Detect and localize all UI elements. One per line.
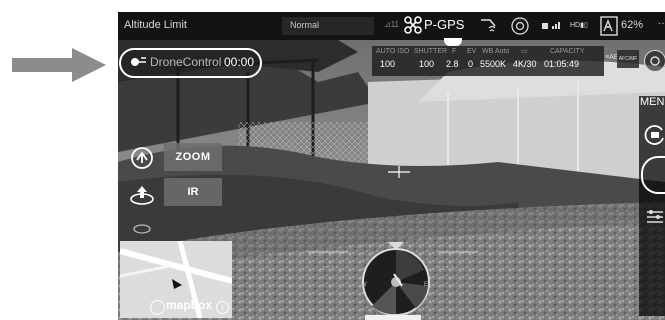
arrow-right-icon — [12, 48, 106, 82]
gps-mode-label: P-GPS — [424, 17, 465, 32]
playback-icon[interactable] — [645, 206, 665, 226]
return-home-icon[interactable] — [129, 180, 155, 206]
hd-transmission-label: HD▮▯ — [570, 22, 588, 29]
param-ev-value: 0 — [468, 59, 474, 69]
camera-params-strip[interactable]: AUTO ISO SHUTTER F EV WB Auto ▭ CAPACITY… — [372, 46, 604, 76]
status-title[interactable]: Altitude Limit — [124, 19, 187, 31]
param-label-iso: AUTO ISO — [376, 48, 410, 55]
ir-button[interactable]: IR — [164, 178, 222, 206]
aircraft-position-icon — [172, 279, 182, 289]
param-label-wb: WB Auto — [482, 48, 510, 55]
more-menu[interactable]: ··· — [658, 18, 665, 29]
drone-control-name: DroneControl — [150, 55, 222, 69]
waypoint-icon[interactable] — [132, 217, 152, 237]
param-wb-value: 5500K — [480, 59, 507, 69]
battery-icon[interactable] — [600, 16, 618, 36]
battery-percent: 62% — [621, 19, 644, 31]
shutter-button[interactable] — [641, 156, 665, 194]
afc-mf-toggle[interactable]: AFC/MF — [617, 50, 639, 68]
vision-icon[interactable] — [510, 16, 530, 36]
mapbox-logo-icon — [150, 300, 165, 315]
flight-mode-box[interactable]: Normal — [282, 17, 374, 35]
settings-icon[interactable] — [644, 50, 665, 72]
param-label-video-icon: ▭ — [521, 48, 528, 55]
drone-icon — [131, 57, 146, 66]
param-label-capacity: CAPACITY — [550, 48, 585, 55]
compass-icon[interactable]: W E — [358, 240, 434, 318]
param-iso-value: 100 — [380, 59, 396, 69]
hud-readout-left: - - - - — [323, 264, 339, 271]
gps-icon[interactable] — [404, 16, 422, 34]
param-label-shutter: SHUTTER — [414, 48, 448, 55]
status-bar: Altitude Limit Normal ⊿11 P-GPS HD▮▯ 62%… — [118, 12, 665, 40]
param-aperture-value: 2.8 — [446, 59, 459, 69]
param-label-ev: EV — [467, 48, 477, 55]
drone-control-pill[interactable]: DroneControl 00:00 — [119, 48, 262, 78]
svg-text:W: W — [361, 282, 367, 288]
map-attribution: mapbox — [166, 298, 213, 312]
rc-signal-icon[interactable] — [478, 16, 498, 34]
flight-mode-label: Normal — [290, 20, 320, 30]
antenna-icon — [542, 22, 560, 29]
menu-button[interactable]: MEN — [640, 96, 664, 108]
svg-text:E: E — [424, 282, 428, 288]
camera-switch-icon[interactable] — [644, 124, 665, 146]
home-indicator — [365, 315, 421, 320]
drop-down-handle[interactable] — [444, 38, 462, 46]
hud-readout-right: - - - - — [438, 264, 454, 271]
param-capacity-value: 01:05:49 — [544, 59, 580, 69]
mini-map[interactable]: mapbox i — [120, 241, 232, 318]
drone-camera-screen: Altitude Limit Normal ⊿11 P-GPS HD▮▯ 62%… — [118, 12, 665, 320]
drone-control-time: 00:00 — [224, 55, 255, 69]
param-resolution-value: 4K/30 — [513, 59, 537, 69]
takeoff-icon[interactable] — [130, 146, 154, 170]
info-icon[interactable]: i — [216, 301, 229, 314]
param-shutter-value: 100 — [419, 59, 435, 69]
zoom-button[interactable]: ZOOM — [164, 143, 222, 171]
satellite-count: ⊿11 — [384, 20, 400, 29]
param-label-aperture: F — [452, 48, 457, 55]
